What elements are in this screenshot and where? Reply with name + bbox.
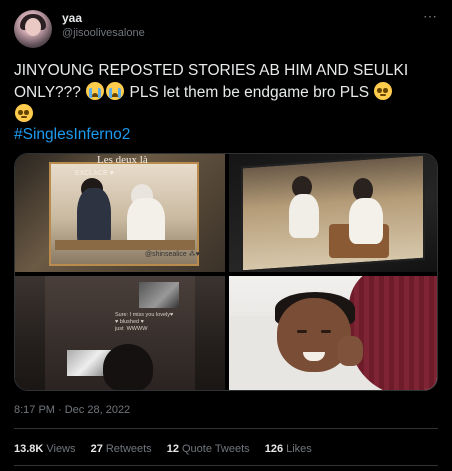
likes-label: Likes	[286, 443, 312, 455]
tweet: yaa @jisoolivesalone ⋯ JINYOUNG REPOSTED…	[0, 0, 452, 471]
media-image-4[interactable]	[229, 276, 437, 390]
image4-hand	[337, 336, 363, 366]
divider	[14, 465, 438, 466]
tweet-text: JINYOUNG REPOSTED STORIES AB HIM AND SEU…	[14, 60, 442, 126]
loudly-crying-face-icon	[86, 82, 105, 100]
more-options-icon[interactable]: ⋯	[423, 8, 438, 25]
image3-overlay-text: Sure: I miss you lovely♥ ♥ blushed ♥ jus…	[115, 312, 174, 332]
tweet-text-part2: PLS let them be endgame bro PLS	[125, 84, 374, 101]
quotes-label: Quote Tweets	[182, 443, 250, 455]
media-image-2[interactable]	[229, 154, 437, 272]
views-count: 13.8K	[14, 443, 44, 455]
avatar-face	[25, 18, 41, 36]
hashtag-link[interactable]: #SinglesInferno2	[14, 126, 130, 144]
media-grid: Les deux là EXCLACE ♥ @shinsealice ⁂♥ Su…	[14, 153, 438, 391]
image1-person	[77, 188, 111, 248]
user-handle[interactable]: @jisoolivesalone	[62, 27, 145, 39]
image2-person	[289, 194, 319, 238]
tweet-timestamp[interactable]: 8:17 PM · Dec 28, 2022	[14, 404, 130, 416]
loudly-crying-face-icon	[106, 82, 125, 100]
quotes-count: 12	[166, 443, 179, 455]
display-name[interactable]: yaa	[62, 11, 82, 25]
image2-person2	[349, 198, 383, 244]
divider	[14, 428, 438, 429]
image4-eye	[321, 330, 331, 333]
image4-eye	[297, 330, 307, 333]
pleading-face-icon	[15, 104, 33, 122]
quote-tweets-stat[interactable]: 12 Quote Tweets	[167, 443, 250, 455]
media-image-3[interactable]: Sure: I miss you lovely♥ ♥ blushed ♥ jus…	[15, 276, 225, 390]
media-image-1[interactable]: Les deux là EXCLACE ♥ @shinsealice ⁂♥	[15, 154, 225, 272]
retweets-stat[interactable]: 27 Retweets	[91, 443, 152, 455]
retweets-label: Retweets	[105, 443, 152, 455]
image1-sticker: @shinsealice ⁂♥	[145, 251, 200, 258]
views-stat: 13.8K Views	[14, 443, 76, 455]
image3-head	[103, 344, 153, 390]
retweets-count: 27	[90, 443, 103, 455]
likes-stat[interactable]: 126 Likes	[265, 443, 312, 455]
avatar[interactable]	[14, 10, 52, 48]
image4-sleeve	[349, 276, 437, 390]
views-label: Views	[46, 443, 76, 455]
likes-count: 126	[264, 443, 284, 455]
image1-table	[55, 240, 195, 250]
tweet-stats: 13.8K Views 27 Retweets 12 Quote Tweets 126…	[14, 443, 324, 455]
pleading-face-icon	[374, 82, 393, 100]
image3-inset-photo	[139, 282, 179, 308]
image1-caption: Les deux là	[97, 154, 148, 166]
image1-caption2: EXCLACE ♥	[75, 170, 114, 177]
